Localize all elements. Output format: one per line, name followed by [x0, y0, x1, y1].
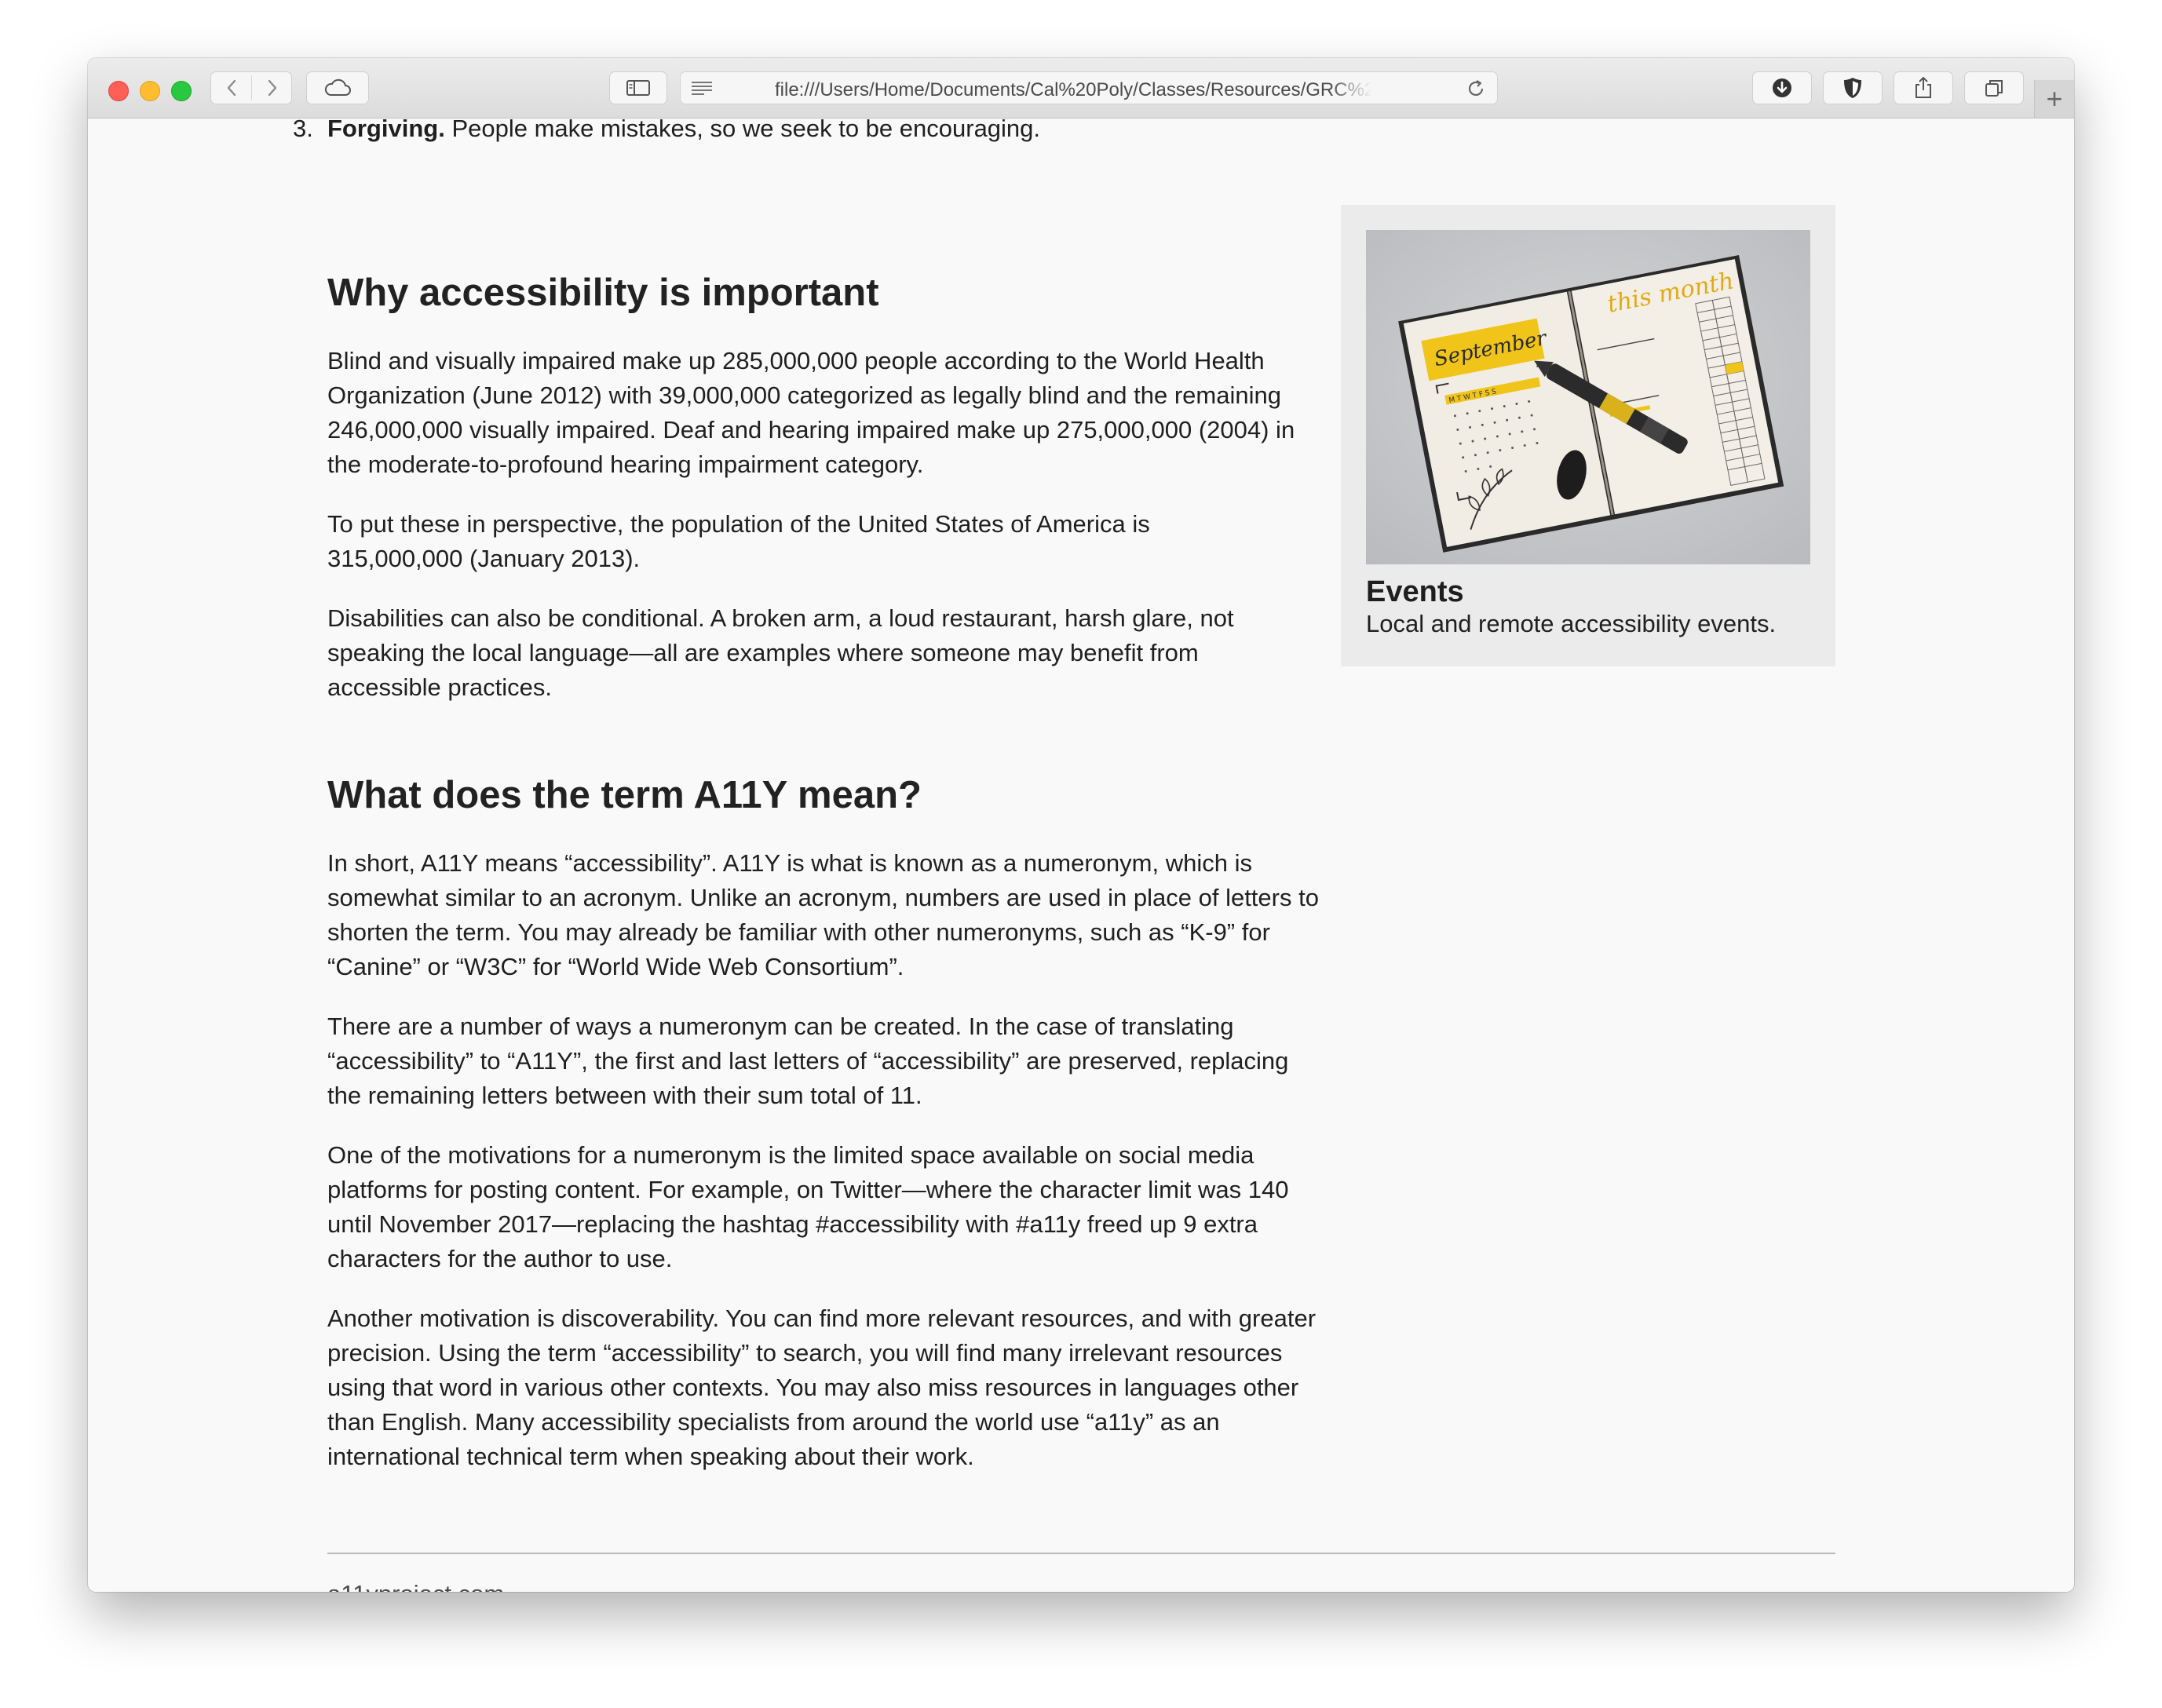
paragraph: Disabilities can also be conditional. A …: [327, 604, 1234, 701]
icloud-tabs-button[interactable]: [306, 71, 369, 104]
card-description: Local and remote accessibility events.: [1366, 610, 1777, 637]
zoom-window-button[interactable]: [171, 81, 192, 101]
paragraph: In short, A11Y means “accessibility”. A1…: [327, 849, 1319, 980]
paragraph: There are a number of ways a numeronym c…: [327, 1013, 1289, 1109]
paragraph: To put these in perspective, the populat…: [327, 510, 1150, 572]
shield-icon: [1844, 78, 1861, 98]
footer-site-link[interactable]: a11yproject.com: [327, 1580, 504, 1592]
browser-window: file:///Users/Home/Documents/Cal%20Poly/…: [88, 58, 2074, 1592]
share-button[interactable]: [1894, 71, 1953, 104]
paragraph: One of the motivations for a numeronym i…: [327, 1141, 1289, 1272]
section-heading-a11y-meaning: What does the term A11Y mean?: [327, 774, 922, 816]
tab-overview-button[interactable]: [1964, 71, 2024, 104]
planner-photo: September M T W T F S S this month: [1366, 230, 1810, 564]
privacy-extension-button[interactable]: [1823, 71, 1883, 104]
share-icon: [1915, 77, 1931, 98]
download-icon: [1773, 78, 1791, 97]
downloads-button[interactable]: [1752, 71, 1812, 104]
chevron-left-icon: [227, 79, 236, 97]
footer-divider: [327, 1553, 1835, 1554]
minimize-window-button[interactable]: [140, 81, 160, 101]
sidebar-toggle-button[interactable]: [609, 71, 667, 104]
browser-toolbar: file:///Users/Home/Documents/Cal%20Poly/…: [88, 58, 2074, 119]
chevron-right-icon: [268, 79, 277, 97]
new-tab-button[interactable]: +: [2034, 80, 2074, 118]
page-content: 3. Forgiving. People make mistakes, so we…: [88, 115, 2074, 1592]
back-button[interactable]: [211, 72, 252, 104]
list-number: 3.: [293, 115, 313, 142]
address-bar[interactable]: file:///Users/Home/Documents/Cal%20Poly/…: [680, 71, 1498, 104]
section-heading-why-accessibility: Why accessibility is important: [327, 272, 879, 314]
sidebar-icon: [626, 80, 650, 96]
plus-icon: +: [2046, 82, 2063, 115]
list-item-text: People make mistakes, so we seek to be e…: [444, 115, 1041, 142]
reload-icon[interactable]: [1466, 78, 1486, 103]
card-title[interactable]: Events: [1366, 574, 1464, 610]
url-text: file:///Users/Home/Documents/Cal%20Poly/…: [775, 79, 1371, 100]
navigation-buttons: [210, 71, 292, 104]
paragraph: Another motivation is discoverability. Y…: [327, 1305, 1317, 1470]
forward-button[interactable]: [252, 72, 293, 104]
tabs-icon: [1985, 80, 2003, 97]
list-item-term: Forgiving.: [327, 115, 445, 142]
cloud-icon: [324, 78, 351, 96]
close-window-button[interactable]: [108, 81, 129, 101]
list-item: 3. Forgiving. People make mistakes, so we…: [293, 111, 1041, 146]
events-card[interactable]: September M T W T F S S this month Event…: [1341, 205, 1835, 666]
reader-view-icon[interactable]: [690, 79, 714, 100]
paragraph: Blind and visually impaired make up 285,…: [327, 347, 1295, 478]
